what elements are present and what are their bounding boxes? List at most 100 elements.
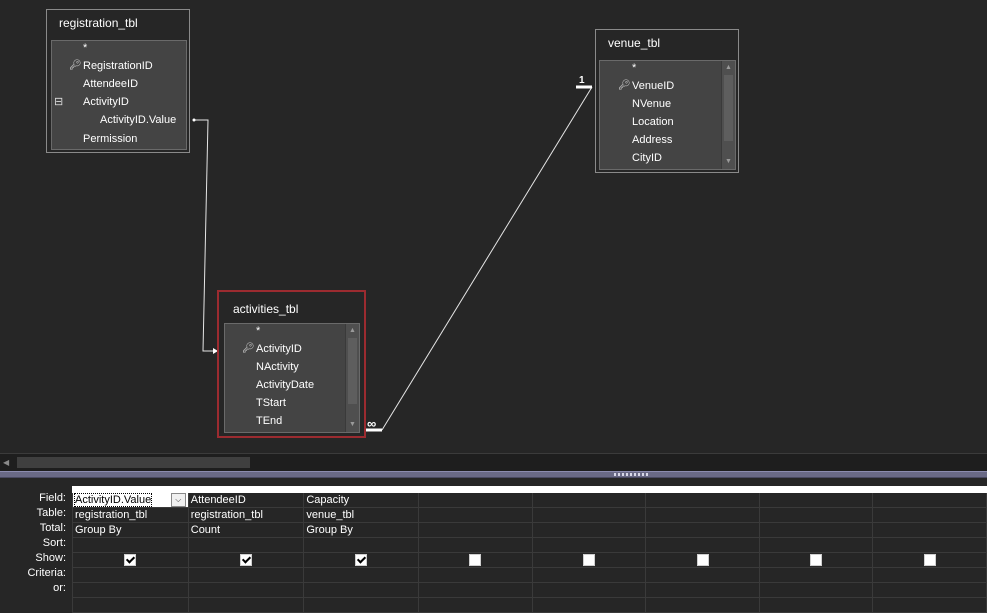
field-cell-3[interactable]: Capacity	[303, 492, 420, 508]
or-cell[interactable]	[72, 597, 189, 613]
field-item[interactable]: NActivity	[256, 358, 299, 376]
field-cell-6[interactable]	[645, 492, 760, 508]
table-cell-2[interactable]: registration_tbl	[187, 507, 305, 523]
criteria-cell[interactable]	[303, 567, 420, 583]
or-cell[interactable]	[531, 582, 647, 598]
sort-cell-3[interactable]	[303, 537, 420, 553]
scroll-left-icon[interactable]: ◀	[3, 457, 15, 469]
field-item[interactable]: ActivityID.Value	[100, 111, 176, 129]
show-checkbox[interactable]	[696, 554, 709, 567]
or-cell[interactable]	[187, 597, 305, 613]
table-cell-5[interactable]	[531, 507, 647, 523]
field-item-multivalued[interactable]: ⊟ ActivityID	[54, 93, 129, 111]
sort-cell-5[interactable]	[531, 537, 647, 553]
pane-splitter[interactable]	[0, 471, 987, 478]
total-cell-2[interactable]: Count	[187, 522, 305, 538]
field-item[interactable]: Location	[632, 113, 674, 131]
show-checkbox[interactable]	[240, 554, 253, 567]
or-cell[interactable]	[758, 597, 874, 613]
or-cell[interactable]	[418, 597, 533, 613]
table-cell-7[interactable]	[758, 507, 874, 523]
field-item[interactable]: AttendeeID	[83, 75, 138, 93]
field-cell-4[interactable]	[418, 492, 533, 508]
scroll-up-icon[interactable]: ▲	[346, 325, 359, 337]
or-cell[interactable]	[303, 597, 420, 613]
table-cell-3[interactable]: venue_tbl	[303, 507, 420, 523]
sort-cell-6[interactable]	[645, 537, 760, 553]
field-cell-8[interactable]	[872, 492, 987, 508]
dropdown-arrow-icon[interactable]: ⌵	[170, 493, 186, 507]
total-cell-5[interactable]	[531, 522, 647, 538]
scroll-up-icon[interactable]: ▲	[722, 62, 735, 74]
field-cell-2[interactable]: AttendeeID	[187, 492, 305, 508]
field-list-venue[interactable]: venue_tbl * 🔑︎ VenueID NVenue Location A…	[595, 29, 739, 173]
or-cell[interactable]	[758, 582, 874, 598]
show-checkbox[interactable]	[469, 554, 482, 567]
show-checkbox[interactable]	[923, 554, 936, 567]
field-list-title[interactable]: venue_tbl	[608, 36, 660, 50]
field-list-title[interactable]: registration_tbl	[59, 16, 138, 30]
total-cell-8[interactable]	[872, 522, 987, 538]
field-item[interactable]: TEnd	[256, 412, 282, 430]
total-cell-3[interactable]: Group By	[303, 522, 420, 538]
table-cell-1[interactable]: registration_tbl	[72, 507, 189, 523]
criteria-cell[interactable]	[758, 567, 874, 583]
criteria-cell[interactable]	[872, 567, 987, 583]
table-cell-4[interactable]	[418, 507, 533, 523]
sort-cell-4[interactable]	[418, 537, 533, 553]
show-checkbox[interactable]	[583, 554, 595, 567]
show-checkbox[interactable]	[124, 554, 137, 567]
field-item[interactable]: *	[256, 322, 260, 340]
field-item[interactable]: ActivityDate	[256, 376, 314, 394]
field-item-primary-key[interactable]: 🔑︎ VenueID	[618, 77, 674, 95]
total-cell-4[interactable]	[418, 522, 533, 538]
criteria-cell[interactable]	[72, 567, 189, 583]
field-item[interactable]: Address	[632, 131, 672, 149]
or-cell[interactable]	[531, 597, 647, 613]
field-item[interactable]: TStart	[256, 394, 286, 412]
scrollbar-thumb[interactable]	[724, 75, 733, 141]
table-cell-8[interactable]	[872, 507, 987, 523]
or-cell[interactable]	[872, 582, 987, 598]
splitter-grip-icon[interactable]	[614, 473, 650, 476]
field-item[interactable]: *	[632, 59, 636, 77]
query-design-canvas[interactable]: 1 ∞ registration_tbl * 🔑︎ RegistrationID…	[0, 0, 987, 453]
criteria-cell[interactable]	[645, 567, 760, 583]
collapse-icon[interactable]: ⊟	[54, 93, 63, 111]
or-cell[interactable]	[645, 597, 760, 613]
field-item[interactable]: Permission	[83, 130, 137, 148]
sort-cell-7[interactable]	[758, 537, 874, 553]
scrollbar-thumb[interactable]	[348, 338, 357, 404]
field-item-primary-key[interactable]: 🔑︎ RegistrationID	[69, 57, 153, 75]
or-cell[interactable]	[187, 582, 305, 598]
total-cell-1[interactable]: Group By	[72, 522, 189, 538]
show-checkbox[interactable]	[810, 554, 823, 567]
field-list-scrollbar[interactable]: ▲ ▼	[345, 324, 359, 432]
sort-cell-1[interactable]	[72, 537, 189, 553]
field-list-activities[interactable]: activities_tbl * 🔑︎ ActivityID NActivity…	[217, 290, 366, 438]
criteria-cell[interactable]	[418, 567, 533, 583]
or-cell[interactable]	[303, 582, 420, 598]
field-list-title[interactable]: activities_tbl	[233, 302, 298, 316]
total-cell-7[interactable]	[758, 522, 874, 538]
or-cell[interactable]	[645, 582, 760, 598]
scroll-down-icon[interactable]: ▼	[346, 419, 359, 431]
or-cell[interactable]	[418, 582, 533, 598]
or-cell[interactable]	[72, 582, 189, 598]
field-item-primary-key[interactable]: 🔑︎ ActivityID	[242, 340, 302, 358]
or-cell[interactable]	[872, 597, 987, 613]
field-item[interactable]: NVenue	[632, 95, 671, 113]
scroll-down-icon[interactable]: ▼	[722, 156, 735, 168]
total-cell-6[interactable]	[645, 522, 760, 538]
field-list-registration[interactable]: registration_tbl * 🔑︎ RegistrationID Att…	[46, 9, 190, 153]
table-cell-6[interactable]	[645, 507, 760, 523]
field-cell-7[interactable]	[758, 492, 874, 508]
field-item[interactable]: *	[83, 39, 87, 57]
field-cell-1[interactable]: ActivityID.Value ⌵	[72, 492, 189, 508]
sort-cell-8[interactable]	[872, 537, 987, 553]
show-checkbox[interactable]	[355, 554, 368, 567]
canvas-horizontal-scrollbar[interactable]: ◀	[0, 453, 987, 472]
field-item[interactable]: CityID	[632, 149, 662, 167]
sort-cell-2[interactable]	[187, 537, 305, 553]
scrollbar-thumb[interactable]	[17, 457, 250, 468]
